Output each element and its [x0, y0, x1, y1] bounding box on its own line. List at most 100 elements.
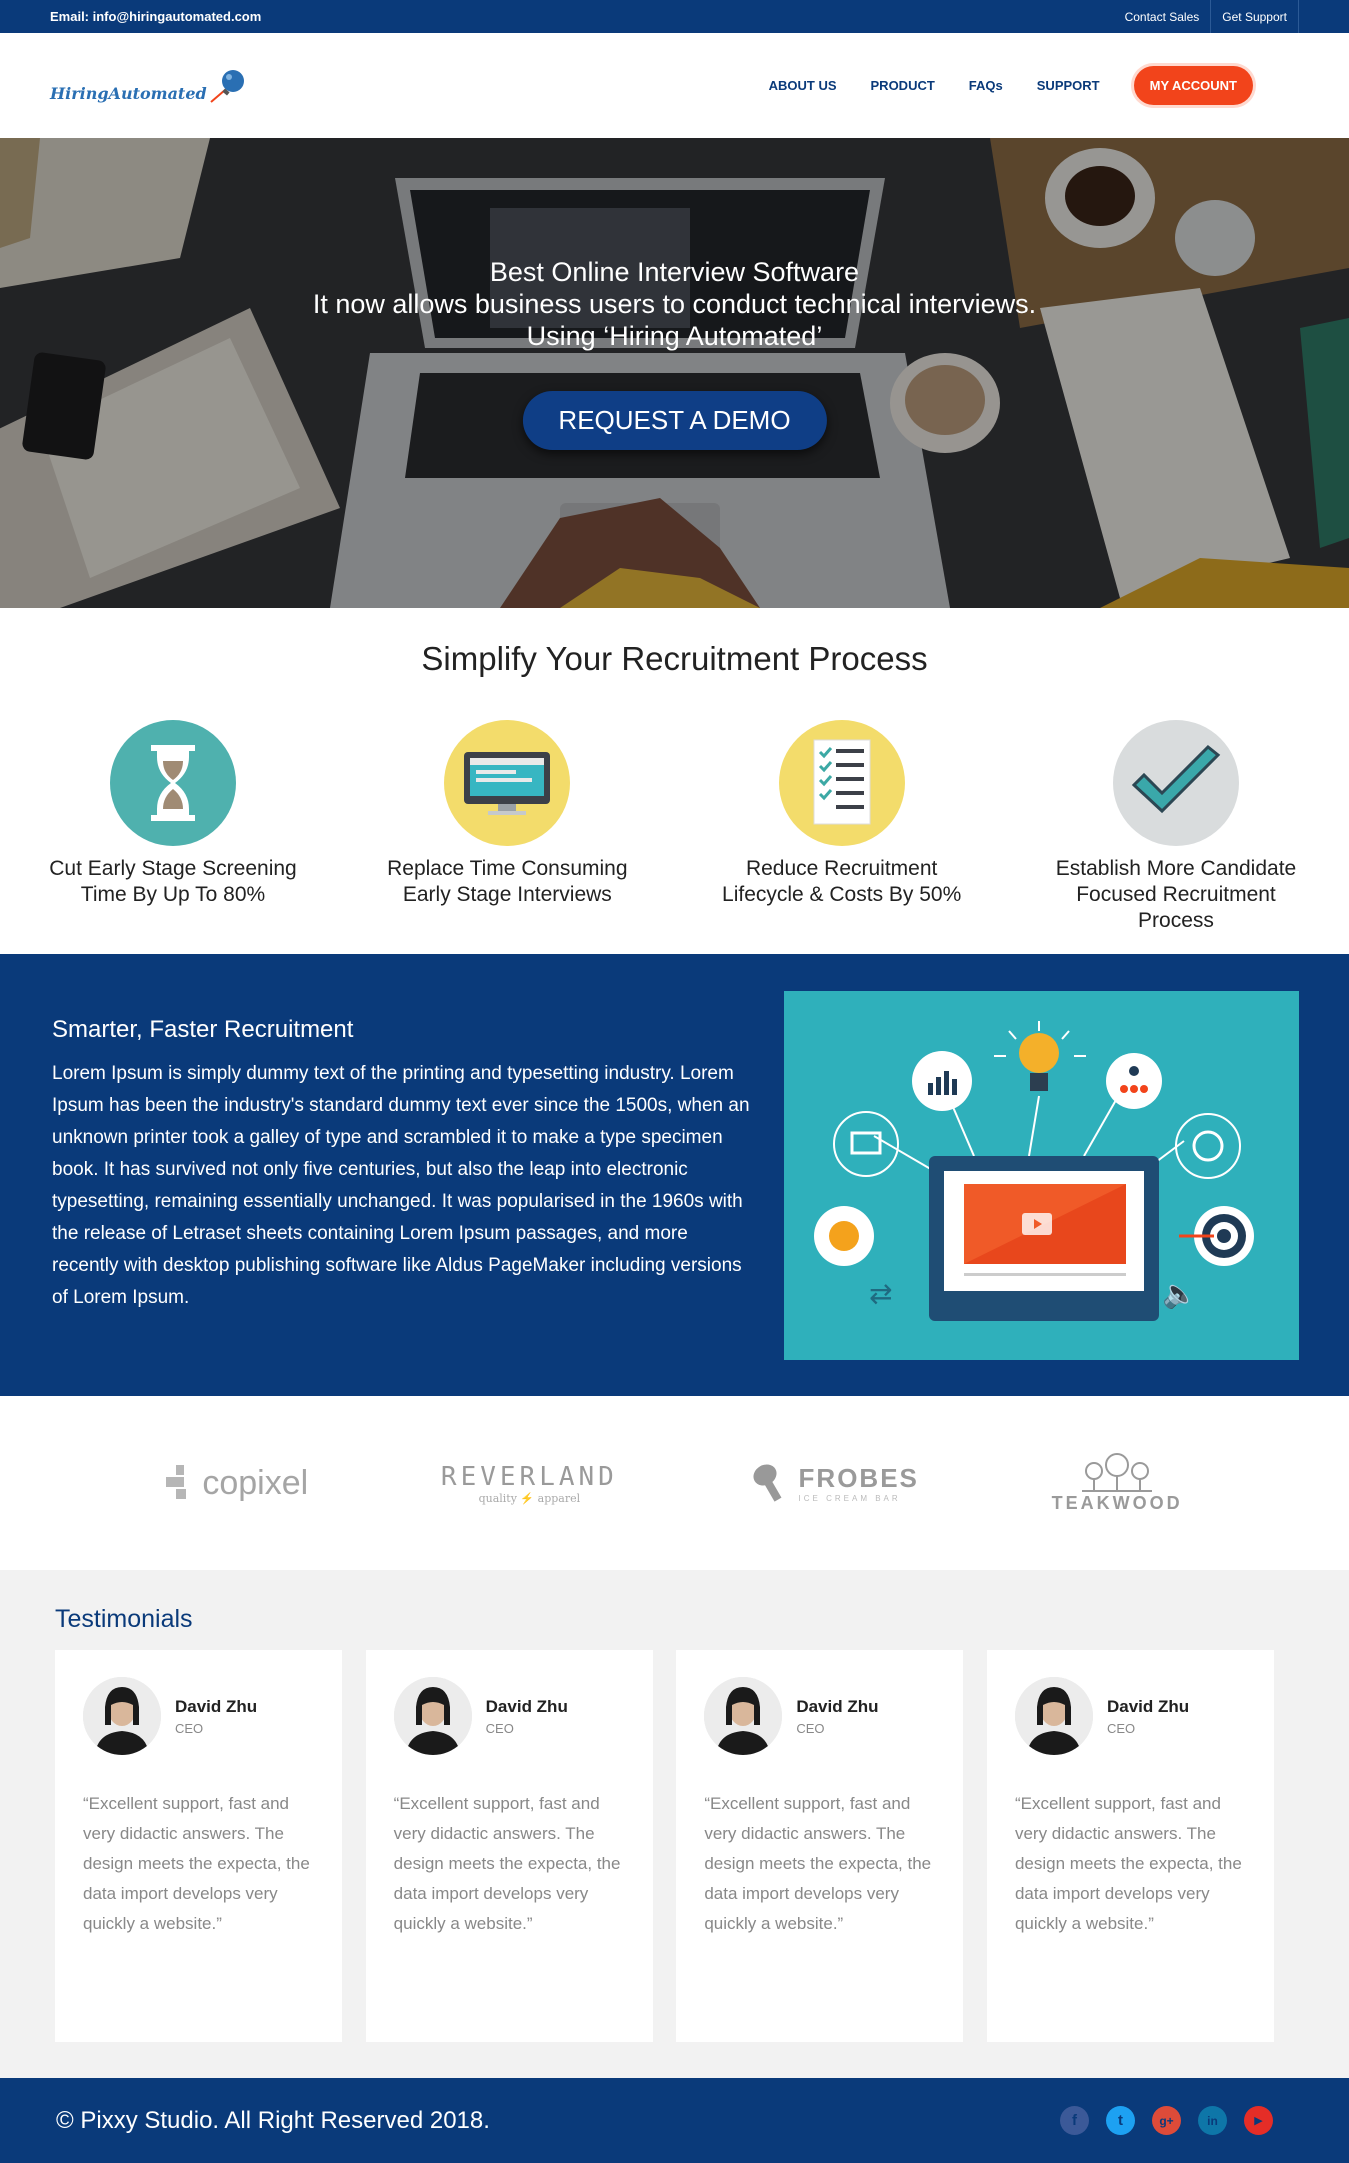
site-logo[interactable]: HiringAutomated	[50, 64, 249, 108]
simplify-title: Simplify Your Recruitment Process	[421, 640, 928, 677]
feature-label: Replace Time Consuming Early Stage Interv…	[362, 856, 652, 908]
reverland-sub1: quality	[478, 1491, 517, 1505]
feature-item: Establish More Candidate Focused Recruitm…	[1031, 720, 1321, 934]
testimonial-quote: “Excellent support, fast and very didact…	[1014, 1794, 1242, 1933]
teakwood-text: TEAKWOOD	[1051, 1492, 1183, 1513]
nav-product[interactable]: PRODUCT	[871, 78, 935, 93]
svg-text:⇄: ⇄	[869, 1277, 892, 1310]
svg-text:🔈: 🔈	[1162, 1277, 1197, 1310]
reverland-logo: REVERLAND quality ⚡ apparel	[441, 1462, 618, 1505]
nav-about-us[interactable]: ABOUT US	[769, 78, 837, 93]
trees-icon	[1082, 1452, 1153, 1492]
youtube-icon[interactable]: ▶	[1244, 2106, 1273, 2135]
hourglass-icon	[110, 720, 236, 846]
author-role: CEO	[485, 1720, 514, 1736]
author-name: David Zhu	[175, 1696, 258, 1716]
hero-background-image	[0, 138, 1349, 608]
author-role: CEO	[1106, 1720, 1136, 1736]
reverland-sub2: apparel	[537, 1491, 581, 1505]
testimonial-author: David Zhu CEO	[83, 1677, 314, 1755]
hero-headline: Best Online Interview Software It now al…	[0, 256, 1349, 352]
google-plus-icon[interactable]: g+	[1152, 2106, 1181, 2135]
testimonial-card: David Zhu CEO “Excellent support, fast a…	[55, 1650, 342, 2042]
feature-label-line: Lifecycle & Costs By 50%	[722, 883, 962, 906]
author-name: David Zhu	[1106, 1696, 1190, 1716]
nav-faqs[interactable]: FAQs	[969, 78, 1003, 93]
copixel-text: copixel	[202, 1463, 309, 1502]
testimonial-quote: “Excellent support, fast and very didact…	[83, 1794, 310, 1933]
brand-logos: copixel REVERLAND quality ⚡ apparel FROB…	[0, 1396, 1349, 1570]
contact-email[interactable]: Email: info@hiringautomated.com	[50, 9, 261, 24]
top-bar: Email: info@hiringautomated.com Contact …	[0, 0, 1349, 33]
avatar	[704, 1677, 783, 1755]
testimonial-author: David Zhu CEO	[393, 1677, 625, 1755]
my-account-button[interactable]: MY ACCOUNT	[1133, 66, 1253, 105]
ice-cream-icon	[752, 1464, 781, 1502]
frobes-text: FROBES	[798, 1463, 919, 1493]
copixel-mark-icon	[166, 1465, 187, 1499]
smarter-body: Lorem Ipsum is simply dummy text of the …	[52, 1063, 750, 1308]
frobes-text-group: FROBES ICE CREAM BAR	[799, 1463, 919, 1503]
avatar	[83, 1677, 161, 1755]
avatar	[393, 1677, 472, 1755]
smarter-section: Smarter, Faster Recruitment Lorem Ipsum …	[0, 954, 1349, 1396]
testimonial-author: David Zhu CEO	[1014, 1677, 1246, 1755]
testimonial-quote: “Excellent support, fast and very didact…	[393, 1794, 621, 1933]
twitter-icon[interactable]: t	[1106, 2106, 1135, 2135]
author-role: CEO	[175, 1720, 204, 1736]
feature-list: Cut Early Stage Screening Time By Up To 8…	[0, 678, 1349, 934]
feature-item: Replace Time Consuming Early Stage Interv…	[362, 720, 652, 934]
checkmark-icon	[1112, 720, 1239, 846]
hero-banner: Best Online Interview Software It now al…	[0, 138, 1349, 608]
feature-label-line: Early Stage Interviews	[402, 883, 612, 906]
feature-label-line: Reduce Recruitment	[745, 857, 938, 880]
feature-label-line: Establish More Candidate	[1055, 857, 1297, 880]
hero-line-2: It now allows business users to conduct …	[312, 289, 1037, 319]
top-links: Contact Sales Get Support	[1114, 0, 1299, 33]
contact-sales-link[interactable]: Contact Sales	[1114, 0, 1212, 33]
testimonial-card: David Zhu CEO “Excellent support, fast a…	[986, 1650, 1274, 2042]
testimonial-quote: “Excellent support, fast and very didact…	[704, 1794, 932, 1933]
recruitment-illustration: ⇄ 🔈	[784, 991, 1299, 1360]
testimonial-card: David Zhu CEO “Excellent support, fast a…	[365, 1650, 653, 2042]
checklist-icon	[778, 720, 905, 846]
hero-line-1: Best Online Interview Software	[489, 257, 860, 287]
lightbulb-logo-icon	[210, 69, 244, 103]
testimonial-author: David Zhu CEO	[704, 1677, 935, 1755]
testimonials-section: Testimonials David Zhu CEO “Excellent su…	[0, 1570, 1349, 2078]
reverland-text: REVERLAND	[440, 1461, 618, 1492]
copixel-logo: copixel	[166, 1464, 308, 1503]
main-nav: ABOUT US PRODUCT FAQs SUPPORT MY ACCOUNT	[769, 66, 1253, 105]
copyright-text: © Pixxy Studio. All Right Reserved 2018.	[56, 2106, 490, 2134]
smarter-title: Smarter, Faster Recruitment	[52, 1016, 354, 1043]
smarter-text: Smarter, Faster Recruitment Lorem Ipsum …	[52, 991, 752, 1396]
hero-line-3: Using ‘Hiring Automated’	[526, 321, 823, 351]
frobes-sub: ICE CREAM BAR	[798, 1494, 901, 1503]
feature-label-line: Focused Recruitment	[1076, 883, 1276, 906]
feature-item: Cut Early Stage Screening Time By Up To 8…	[28, 720, 318, 934]
avatar	[1014, 1677, 1093, 1755]
teakwood-logo: TEAKWOOD	[1051, 1452, 1183, 1514]
frobes-logo: FROBES ICE CREAM BAR	[751, 1461, 919, 1505]
get-support-link[interactable]: Get Support	[1211, 0, 1299, 33]
reverland-tagline: quality ⚡ apparel	[478, 1491, 581, 1505]
feature-label: Establish More Candidate Focused Recruitm…	[1031, 856, 1321, 934]
feature-item: Reduce Recruitment Lifecycle & Costs By 5…	[697, 720, 987, 934]
social-links: f t g+ in ▶	[1060, 2106, 1273, 2135]
request-demo-button[interactable]: REQUEST A DEMO	[522, 391, 827, 450]
feature-label: Cut Early Stage Screening Time By Up To 8…	[28, 856, 318, 908]
testimonials-title: Testimonials	[55, 1605, 193, 1633]
linkedin-icon[interactable]: in	[1198, 2106, 1227, 2135]
feature-label-line: Process	[1138, 909, 1214, 932]
testimonial-card: David Zhu CEO “Excellent support, fast a…	[676, 1650, 964, 2042]
feature-label-line: Cut Early Stage Screening	[49, 857, 297, 880]
feature-label-line: Replace Time Consuming	[387, 857, 628, 880]
testimonial-list: David Zhu CEO “Excellent support, fast a…	[55, 1650, 1274, 2042]
feature-label: Reduce Recruitment Lifecycle & Costs By 5…	[697, 856, 987, 908]
site-footer: © Pixxy Studio. All Right Reserved 2018.…	[0, 2078, 1349, 2163]
nav-support[interactable]: SUPPORT	[1037, 78, 1100, 93]
monitor-icon	[444, 720, 571, 846]
logo-text: HiringAutomated	[50, 84, 207, 103]
facebook-icon[interactable]: f	[1060, 2106, 1089, 2135]
author-name: David Zhu	[485, 1696, 568, 1716]
